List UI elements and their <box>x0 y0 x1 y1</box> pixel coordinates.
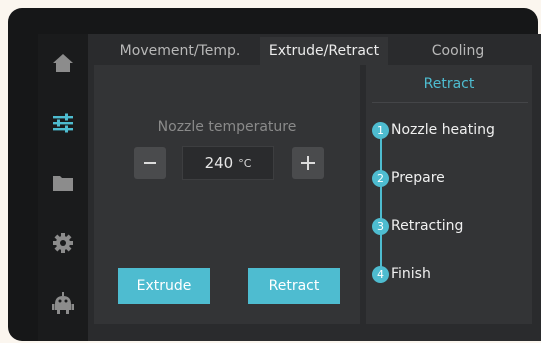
home-icon <box>53 54 73 72</box>
sidebar-item-files[interactable] <box>48 168 78 198</box>
divider <box>372 102 528 103</box>
tab-extrude-retract[interactable]: Extrude/Retract <box>260 37 388 65</box>
step-label: Retracting <box>391 218 464 234</box>
folder-icon <box>53 176 73 191</box>
robot-icon <box>52 292 74 314</box>
retract-button[interactable]: Retract <box>248 268 340 304</box>
extrude-retract-panel: Nozzle temperature 240 °C Extrude Retrac… <box>94 65 360 324</box>
retract-progress-panel: Retract 1 Nozzle heating 2 Prepare 3 Ret… <box>366 65 532 324</box>
extrude-button[interactable]: Extrude <box>118 268 210 304</box>
touch-screen: Movement/Temp. Extrude/Retract Cooling N… <box>38 34 541 341</box>
sliders-icon <box>53 113 73 133</box>
sidebar <box>38 34 88 341</box>
sidebar-item-settings[interactable] <box>48 228 78 258</box>
sidebar-item-adjust[interactable] <box>48 108 78 138</box>
progress-connector-line <box>380 129 382 273</box>
sidebar-item-assistant[interactable] <box>48 288 78 318</box>
nozzle-temperature-label: Nozzle temperature <box>157 119 297 135</box>
step-number-badge: 1 <box>372 121 389 139</box>
temperature-value: 240 <box>204 154 234 172</box>
retract-progress-title: Retract <box>423 76 475 92</box>
step-number-badge: 3 <box>372 217 389 235</box>
temperature-unit: °C <box>238 156 252 170</box>
tab-movement-temp[interactable]: Movement/Temp. <box>110 37 250 65</box>
increase-temperature-button[interactable] <box>292 147 324 179</box>
step-label: Finish <box>391 266 431 282</box>
step-finish: 4 Finish <box>372 264 431 284</box>
gear-icon <box>53 233 73 253</box>
sidebar-item-home[interactable] <box>48 48 78 78</box>
tab-cooling[interactable]: Cooling <box>404 37 512 65</box>
decrease-temperature-button[interactable] <box>134 147 166 179</box>
printer-display-bezel: Movement/Temp. Extrude/Retract Cooling N… <box>8 8 541 341</box>
step-prepare: 2 Prepare <box>372 168 445 188</box>
step-number-badge: 4 <box>372 265 389 283</box>
step-label: Nozzle heating <box>391 122 495 138</box>
step-number-badge: 2 <box>372 169 389 187</box>
minus-icon <box>144 162 156 164</box>
plus-icon <box>301 156 315 170</box>
nozzle-temperature-field[interactable]: 240 °C <box>182 146 274 180</box>
step-nozzle-heating: 1 Nozzle heating <box>372 120 495 140</box>
step-retracting: 3 Retracting <box>372 216 463 236</box>
step-label: Prepare <box>391 170 445 186</box>
